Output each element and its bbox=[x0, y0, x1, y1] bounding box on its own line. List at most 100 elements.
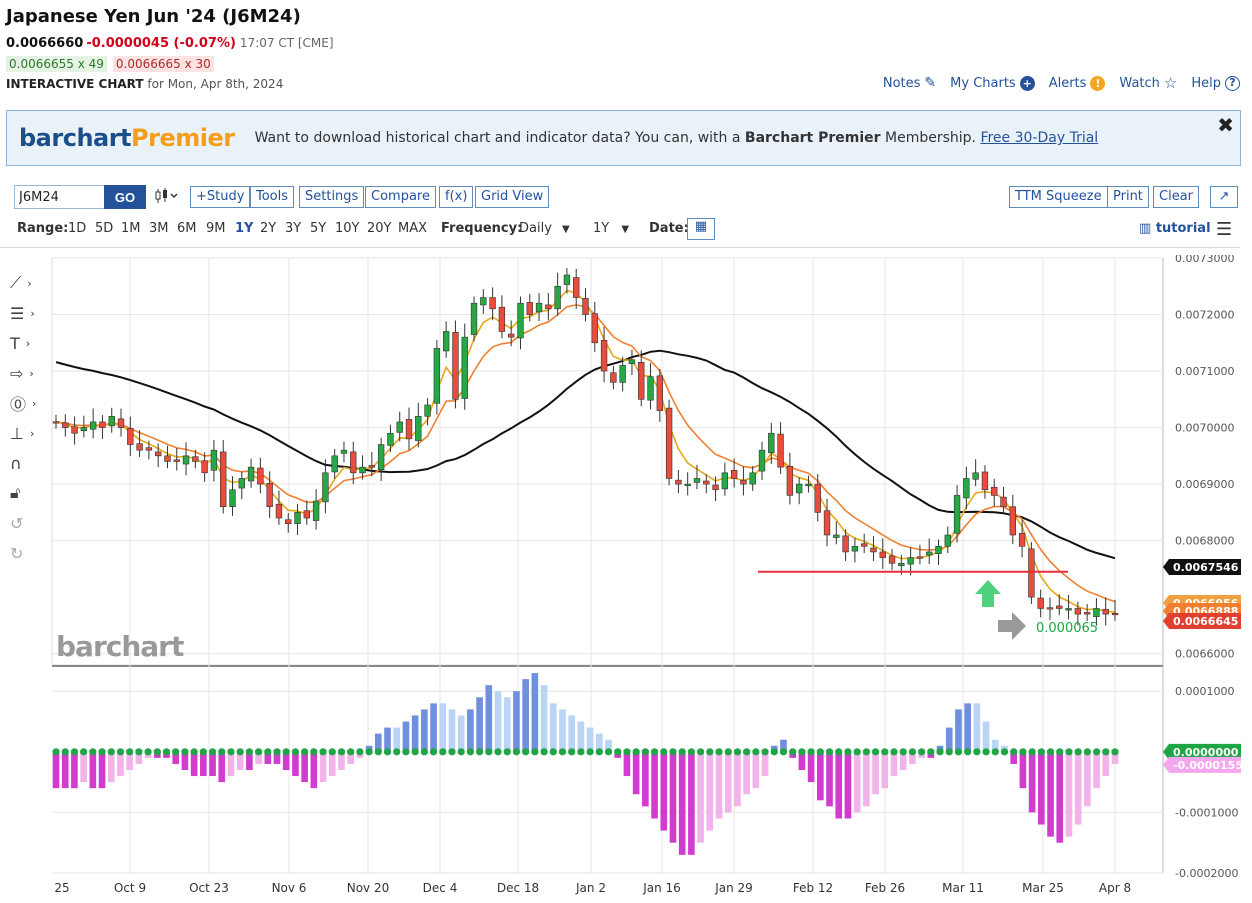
subtitle-label: INTERACTIVE CHART bbox=[6, 77, 144, 91]
clear-button[interactable]: Clear bbox=[1153, 186, 1199, 208]
range-2y[interactable]: 2Y bbox=[260, 221, 276, 236]
histogram-bar bbox=[476, 697, 483, 752]
chart-type-dropdown[interactable] bbox=[154, 187, 178, 209]
histogram-bar bbox=[549, 703, 557, 752]
histogram-bar bbox=[678, 751, 686, 855]
settings-button[interactable]: Settings bbox=[299, 186, 365, 208]
candle-body bbox=[972, 472, 979, 480]
histogram-bar bbox=[107, 751, 115, 783]
alerts-link[interactable]: Alerts ! bbox=[1049, 74, 1106, 92]
squeeze-dot bbox=[420, 748, 428, 756]
squeeze-dot bbox=[964, 748, 972, 756]
price-chart[interactable]: 25 Oct 9 Oct 23 Nov 6 Nov 20 Dec 4 Dec 18 Jan 2… bbox=[0, 255, 1252, 903]
histogram-bar bbox=[393, 727, 401, 752]
candle-body bbox=[489, 297, 496, 310]
histogram-bar bbox=[982, 721, 990, 752]
range-5d[interactable]: 5D bbox=[95, 221, 113, 236]
candle-body bbox=[238, 478, 245, 489]
range-10y[interactable]: 10Y bbox=[335, 221, 359, 236]
squeeze-dot bbox=[383, 748, 392, 756]
range-1d[interactable]: 1D bbox=[68, 221, 86, 236]
histogram-bar bbox=[71, 751, 78, 789]
print-button[interactable]: Print bbox=[1107, 186, 1149, 208]
candle-body bbox=[1111, 612, 1119, 616]
squeeze-dot bbox=[706, 748, 714, 756]
x-tick-label: Nov 20 bbox=[347, 881, 390, 895]
histogram-bar bbox=[955, 709, 962, 752]
help-link[interactable]: Help ? bbox=[1191, 74, 1240, 92]
expand-icon[interactable]: ↗ bbox=[1210, 186, 1238, 208]
range-9m[interactable]: 9M bbox=[206, 221, 226, 236]
candle-body bbox=[405, 419, 413, 440]
histogram-bar bbox=[421, 709, 428, 752]
watch-link[interactable]: Watch ☆ bbox=[1119, 74, 1177, 92]
histogram-bar bbox=[881, 751, 889, 789]
menu-icon[interactable]: ☰ bbox=[1216, 219, 1232, 240]
top-nav: Notes ✎ My Charts + Alerts ! Watch ☆ Hel… bbox=[883, 74, 1240, 92]
squeeze-dot bbox=[1010, 748, 1018, 756]
squeeze-dot bbox=[871, 748, 880, 756]
histogram-bar bbox=[752, 751, 760, 789]
symbol-input[interactable] bbox=[14, 185, 105, 209]
squeeze-dot bbox=[356, 748, 364, 756]
free-trial-link[interactable]: Free 30-Day Trial bbox=[980, 130, 1098, 146]
range-max[interactable]: MAX bbox=[398, 221, 427, 236]
squeeze-dot bbox=[660, 748, 668, 756]
histogram-bar bbox=[586, 727, 594, 752]
tutorial-link[interactable]: ▥ tutorial bbox=[1139, 221, 1211, 236]
candle-body bbox=[192, 456, 199, 462]
squeeze-dot bbox=[144, 748, 152, 756]
squeeze-dot bbox=[365, 748, 373, 756]
period-dropdown[interactable]: 1Y ▼ bbox=[593, 221, 629, 236]
histogram-bar bbox=[457, 715, 465, 752]
candle-body bbox=[377, 444, 385, 470]
candle-body bbox=[1102, 609, 1109, 615]
histogram-bar bbox=[1102, 751, 1110, 777]
range-5y[interactable]: 5Y bbox=[310, 221, 326, 236]
fx-button[interactable]: f(x) bbox=[439, 186, 474, 208]
range-1y[interactable]: 1Y bbox=[235, 221, 253, 236]
range-6m[interactable]: 6M bbox=[177, 221, 197, 236]
range-3y[interactable]: 3Y bbox=[285, 221, 301, 236]
candle-body bbox=[275, 503, 283, 519]
histogram-bar bbox=[1019, 751, 1027, 789]
notes-link[interactable]: Notes ✎ bbox=[883, 74, 936, 92]
histogram-bar bbox=[1065, 751, 1073, 837]
candle-body bbox=[991, 486, 998, 496]
histogram-bar bbox=[402, 721, 410, 752]
squeeze-dot bbox=[927, 748, 935, 756]
squeeze-dot bbox=[61, 748, 69, 756]
squeeze-dot bbox=[273, 748, 281, 756]
histogram-bar bbox=[540, 685, 548, 752]
gray-right-arrow bbox=[998, 612, 1026, 640]
squeeze-dot bbox=[761, 748, 769, 756]
study-button[interactable]: +Study bbox=[190, 186, 251, 208]
x-tick-label: 25 bbox=[54, 881, 69, 895]
close-banner-icon[interactable]: ✖ bbox=[1217, 113, 1234, 137]
candle-body bbox=[461, 336, 468, 399]
tools-button[interactable]: Tools bbox=[250, 186, 295, 208]
range-20y[interactable]: 20Y bbox=[367, 221, 391, 236]
range-1m[interactable]: 1M bbox=[121, 221, 141, 236]
candle-body bbox=[684, 483, 691, 486]
squeeze-dot bbox=[558, 748, 567, 756]
candle-body bbox=[182, 455, 190, 465]
calendar-icon[interactable]: ▦ bbox=[687, 218, 715, 240]
grid-view-button[interactable]: Grid View bbox=[475, 186, 550, 208]
candle-body bbox=[1074, 608, 1082, 615]
candle-body bbox=[582, 298, 589, 315]
histogram-bar bbox=[531, 673, 539, 752]
go-button[interactable]: GO bbox=[104, 185, 146, 209]
measure-annotation: 0.000065 bbox=[1036, 621, 1098, 636]
x-tick-label: Apr 8 bbox=[1099, 881, 1131, 895]
histogram-bar bbox=[853, 751, 861, 813]
histogram-bar bbox=[577, 721, 585, 752]
range-3m[interactable]: 3M bbox=[149, 221, 169, 236]
candle-body bbox=[433, 348, 441, 404]
ttm-squeeze-button[interactable]: TTM Squeeze bbox=[1009, 186, 1108, 208]
candle-body bbox=[52, 421, 60, 424]
frequency-dropdown[interactable]: Daily ▼ bbox=[519, 221, 570, 236]
my-charts-link[interactable]: My Charts + bbox=[950, 74, 1035, 92]
compare-button[interactable]: Compare bbox=[365, 186, 436, 208]
candle-body bbox=[340, 449, 348, 454]
